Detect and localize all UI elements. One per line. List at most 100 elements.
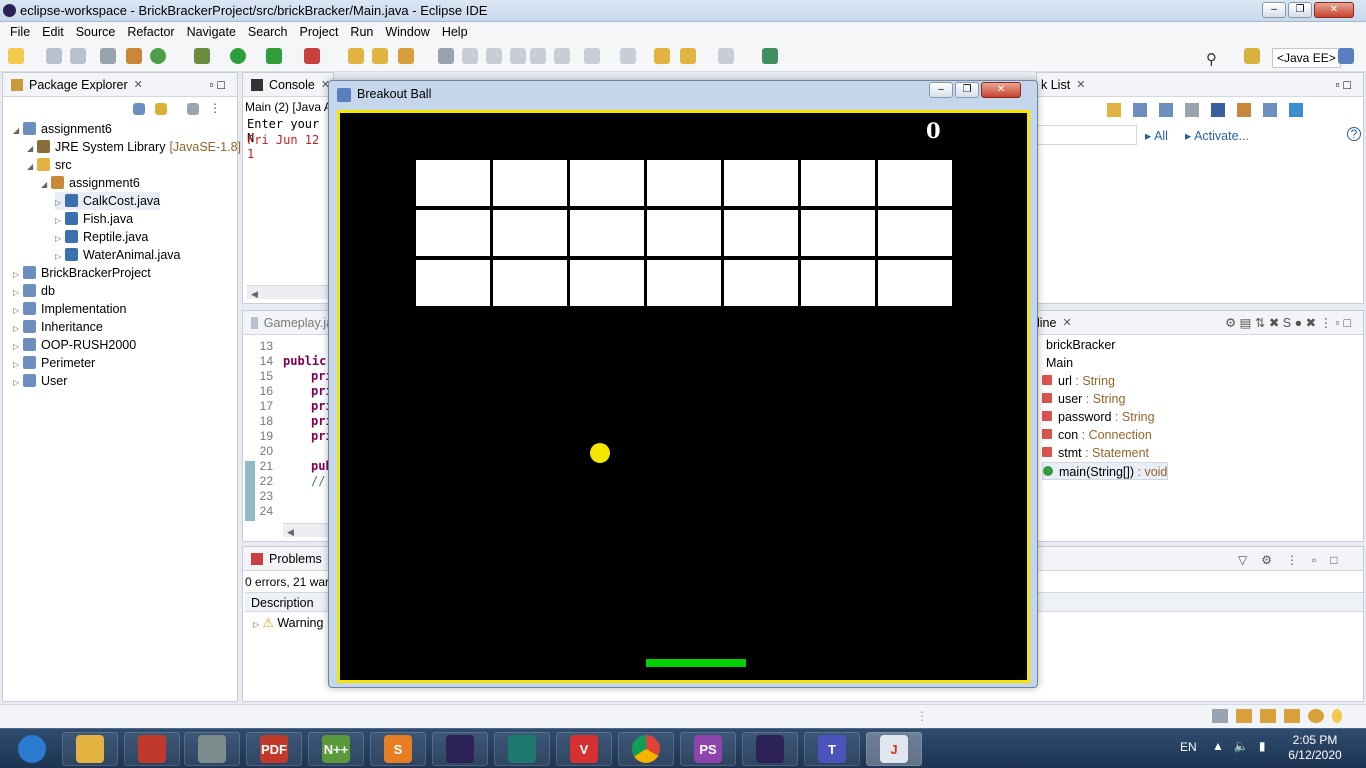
breakout-minimize-button[interactable]: – xyxy=(929,82,953,98)
task-filter-all[interactable]: ▸ All xyxy=(1145,128,1168,143)
smiley-icon[interactable] xyxy=(1308,709,1324,723)
coverage-icon[interactable] xyxy=(266,48,282,64)
pilcrow-icon[interactable] xyxy=(554,48,570,64)
collapse-all-icon[interactable] xyxy=(133,103,145,115)
external-tools-icon[interactable] xyxy=(304,48,320,64)
perspective-icon[interactable] xyxy=(1244,48,1260,64)
tasks-status-icon[interactable] xyxy=(1212,709,1228,723)
package-explorer-tab[interactable]: Package Explorer ✕ ▫ □ xyxy=(3,73,237,97)
menu-run[interactable]: Run xyxy=(344,25,379,39)
tree-item[interactable]: ◢ assignment6 xyxy=(13,120,112,138)
eclipse-ide-icon[interactable] xyxy=(742,732,798,766)
battery-icon[interactable]: ▮ xyxy=(1259,739,1266,753)
eclipse-icon[interactable] xyxy=(432,732,488,766)
windows-start-icon[interactable] xyxy=(4,732,60,766)
menu-project[interactable]: Project xyxy=(294,25,345,39)
refresh-icon[interactable] xyxy=(150,48,166,64)
save-icon[interactable] xyxy=(46,48,62,64)
vs-code-icon[interactable] xyxy=(494,732,550,766)
filter-tasks-icon[interactable] xyxy=(1185,103,1199,117)
phpstorm-icon[interactable]: PS xyxy=(680,732,736,766)
minimize-maximize-icons[interactable]: ▫ □ xyxy=(210,78,237,92)
next-annotation-icon[interactable] xyxy=(584,48,600,64)
editor-tab-gameplay[interactable]: Gameplay.ja xyxy=(243,311,333,335)
sync-icon[interactable] xyxy=(1289,103,1303,117)
file-explorer-icon[interactable] xyxy=(62,732,118,766)
expand-toggle-icon[interactable]: ◢ xyxy=(13,122,23,140)
restore-button[interactable]: ❐ xyxy=(1288,2,1312,18)
breakout-maximize-button[interactable]: ❐ xyxy=(955,82,979,98)
lightbulb-icon[interactable] xyxy=(1332,709,1342,723)
teams-icon[interactable]: T xyxy=(804,732,860,766)
task-list-window-icons[interactable]: ▫ □ xyxy=(1336,78,1363,92)
tree-item[interactable]: ▷ Implementation xyxy=(13,300,126,318)
search-toolbar-icon[interactable] xyxy=(438,48,454,64)
print-icon[interactable] xyxy=(100,48,116,64)
tree-item[interactable]: ▷ BrickBrackerProject xyxy=(13,264,151,282)
menu-help[interactable]: Help xyxy=(436,25,474,39)
game-canvas[interactable]: 0 xyxy=(337,110,1030,683)
collapse-tasks-icon[interactable] xyxy=(1263,103,1277,117)
tree-item[interactable]: ◢ src xyxy=(27,156,72,174)
tree-item[interactable]: ◢ JRE System Library [JavaSE-1.8] xyxy=(27,138,241,156)
prev-annotation-icon[interactable] xyxy=(620,48,636,64)
tree-item[interactable]: ▷ Reptile.java xyxy=(55,228,148,246)
menu-navigate[interactable]: Navigate xyxy=(181,25,242,39)
close-outline-icon[interactable]: ✕ xyxy=(1062,316,1071,329)
show-hidden-icons[interactable]: ▲ xyxy=(1212,739,1224,753)
java-ee-perspective-button[interactable]: <Java EE> xyxy=(1272,48,1341,68)
menu-edit[interactable]: Edit xyxy=(36,25,70,39)
minimize-icon[interactable]: ▫ xyxy=(1312,553,1316,567)
code-line[interactable]: public xyxy=(283,354,326,368)
menu-source[interactable]: Source xyxy=(70,25,122,39)
toggle-mark-icon[interactable] xyxy=(486,48,502,64)
open-perspective-icon[interactable] xyxy=(762,48,778,64)
learning-icon[interactable] xyxy=(1260,709,1276,723)
snipping-tool-icon[interactable] xyxy=(184,732,240,766)
pen-icon[interactable] xyxy=(462,48,478,64)
settings-icon[interactable]: ⚙ xyxy=(1261,553,1272,567)
outline-toolbar-icons[interactable]: ⚙ ▤ ⇅ ✖ S ● ✖ ⋮ ▫ □ xyxy=(1225,315,1363,330)
open-folder-icon[interactable] xyxy=(348,48,364,64)
clock[interactable]: 2:05 PM 6/12/2020 xyxy=(1280,733,1350,763)
outline-item[interactable]: stmt : Statement xyxy=(1042,444,1149,462)
language-indicator[interactable]: EN xyxy=(1180,740,1197,754)
outline-item[interactable]: con : Connection xyxy=(1042,426,1152,444)
maximize-icon[interactable]: □ xyxy=(1330,553,1337,567)
tree-item[interactable]: ▷ CalkCost.java xyxy=(55,192,161,210)
debug-icon[interactable] xyxy=(194,48,210,64)
expand-toggle-icon[interactable]: ◢ xyxy=(41,176,51,194)
tree-item[interactable]: ▷ db xyxy=(13,282,55,300)
run-icon[interactable] xyxy=(230,48,246,64)
new-icon[interactable] xyxy=(8,48,24,64)
outline-item[interactable]: user : String xyxy=(1042,390,1125,408)
hide-completed-icon[interactable] xyxy=(1211,103,1225,117)
task-list-tab[interactable]: k List ✕ ▫ □ xyxy=(1037,73,1363,97)
menu-search[interactable]: Search xyxy=(242,25,294,39)
close-tab-icon[interactable]: ✕ xyxy=(134,78,143,91)
filter-icon[interactable]: ▽ xyxy=(1238,553,1247,567)
task-search-field[interactable] xyxy=(1037,125,1137,145)
tree-item[interactable]: ▷ Fish.java xyxy=(55,210,133,228)
open-project-icon[interactable] xyxy=(372,48,388,64)
link-editor-icon[interactable] xyxy=(155,103,167,115)
back-icon[interactable] xyxy=(680,48,696,64)
categorized-icon[interactable] xyxy=(1133,103,1147,117)
expand-toggle-icon[interactable]: ◢ xyxy=(27,158,37,176)
open-type-icon[interactable] xyxy=(126,48,142,64)
pdf-reader-icon[interactable]: PDF xyxy=(246,732,302,766)
tree-item[interactable]: ▷ OOP-RUSH2000 xyxy=(13,336,136,354)
save-all-icon[interactable] xyxy=(70,48,86,64)
tree-item[interactable]: ▷ Perimeter xyxy=(13,354,95,372)
view-menu-icon[interactable]: ⋮ xyxy=(1286,553,1298,567)
chrome-icon[interactable] xyxy=(618,732,674,766)
scheduled-icon[interactable] xyxy=(1159,103,1173,117)
close-button[interactable]: ✕ xyxy=(1314,2,1354,18)
help-icon[interactable]: ? xyxy=(1347,127,1361,141)
new-task-icon[interactable] xyxy=(1107,103,1121,117)
forward-icon[interactable] xyxy=(718,48,734,64)
expand-toggle-icon[interactable]: ▷ xyxy=(13,374,23,392)
ccleaner-icon[interactable] xyxy=(124,732,180,766)
tree-item[interactable]: ▷ WaterAnimal.java xyxy=(55,246,181,264)
task-activate[interactable]: ▸ Activate... xyxy=(1185,128,1249,143)
